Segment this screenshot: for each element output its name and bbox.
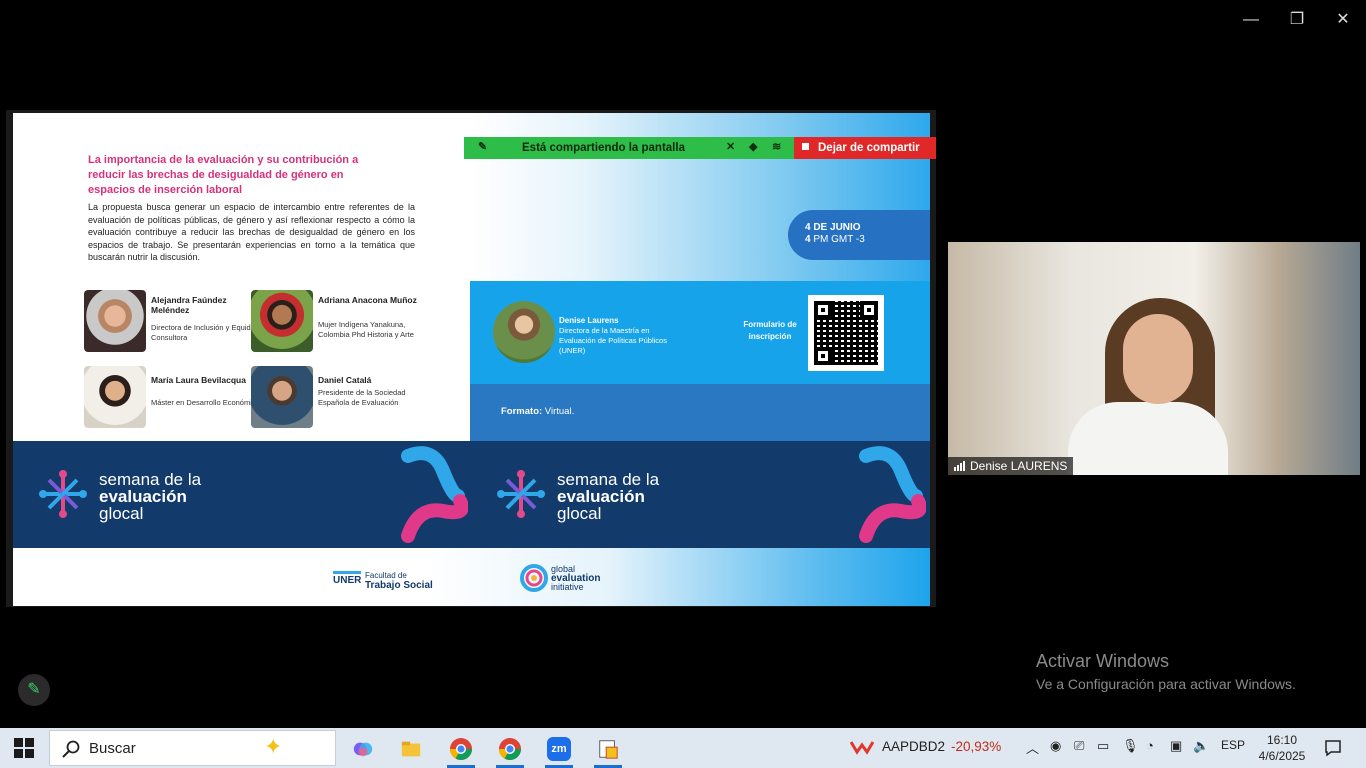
panelist-role: Mujer Indígena Yanakuna, Colombia Phd Hi…: [318, 320, 414, 339]
panelist-photo: [251, 290, 313, 352]
broadcast-icon[interactable]: ≋: [772, 140, 781, 153]
sharing-status-text: Está compartiendo la pantalla: [522, 142, 685, 154]
system-clock[interactable]: 16:10 4/6/2025: [1252, 732, 1312, 764]
watermark-subtitle: Ve a Configuración para activar Windows.: [1036, 676, 1296, 692]
mic-muted-icon[interactable]: ✕: [726, 140, 735, 153]
brand-wave-shape: [401, 446, 468, 543]
brand-wave-shape: [859, 446, 926, 543]
uner-abbr: UNER: [333, 575, 362, 586]
notes-app-icon[interactable]: [588, 732, 628, 768]
camera-icon[interactable]: ⎚: [1074, 738, 1084, 754]
form-label: Formulario de inscripción: [743, 320, 797, 341]
brand-logo-icon: [497, 470, 545, 518]
participant-video[interactable]: Denise LAURENS: [948, 242, 1360, 475]
moderator-photo: [493, 301, 555, 363]
moderator-role: Directora de la Maestría en Evaluación d…: [559, 326, 667, 355]
participant-name-tag: Denise LAURENS: [948, 457, 1074, 475]
restore-button[interactable]: ❐: [1274, 8, 1320, 32]
uner-faculty: Facultad de Trabajo Social: [365, 571, 445, 591]
desktop: — ❐ ✕ La importancia de la evaluación y …: [0, 0, 1366, 768]
activate-windows-watermark: Activar Windows Ve a Configuración para …: [1036, 651, 1296, 692]
battery-icon[interactable]: ▭: [1097, 738, 1109, 754]
notifications-icon[interactable]: [1324, 739, 1342, 757]
event-date: 4 DE JUNIO 4 PM GMT -3: [788, 210, 930, 260]
display-icon[interactable]: ▣: [1170, 738, 1182, 754]
record-icon[interactable]: ◉: [1050, 738, 1061, 754]
zoom-app-icon[interactable]: zm: [539, 732, 579, 768]
watermark-title: Activar Windows: [1036, 651, 1170, 671]
panelist-name: Alejandra Faúndez Meléndez: [151, 295, 227, 315]
event-flyer: La importancia de la evaluación y su con…: [13, 113, 930, 606]
minimize-button[interactable]: —: [1228, 8, 1274, 32]
event-time: PM GMT -3: [810, 234, 865, 245]
moderator-name: Denise Laurens: [559, 316, 619, 325]
panelist-photo: [84, 366, 146, 428]
windows-start-icon[interactable]: [14, 738, 34, 758]
gei-line: initiative: [551, 582, 584, 592]
microphone-icon[interactable]: 🎙: [1122, 738, 1139, 754]
brand-line: glocal: [557, 504, 602, 523]
stock-symbol: AAPDBD2: [882, 739, 946, 754]
brand-wordmark: semana de la evaluación glocal: [557, 471, 659, 522]
uner-line-bold: Trabajo Social: [365, 580, 433, 591]
search-icon: [62, 740, 80, 758]
brand-line: semana de la: [99, 470, 202, 489]
panelist-name: Daniel Catalá: [318, 375, 372, 385]
gei-logo-icon: [520, 564, 548, 592]
panelist-role: Directora de Inclusión y Equidad Consult…: [151, 323, 259, 342]
uner-line: Facultad de: [365, 571, 407, 580]
chevron-up-icon[interactable]: ︿: [1026, 738, 1039, 757]
panelist-name: Adriana Anacona Muñoz: [318, 295, 417, 305]
gei-logo-text: global evaluation initiative: [551, 565, 600, 592]
flyer-footer: [13, 548, 930, 606]
search-highlight-icon: ✦: [264, 734, 283, 759]
brand-line: glocal: [99, 504, 144, 523]
wifi-icon[interactable]: ◔: [1146, 738, 1154, 753]
search-placeholder: Buscar: [89, 740, 136, 757]
clock-date: 4/6/2025: [1258, 749, 1306, 763]
taskbar-search[interactable]: Buscar ✦: [49, 730, 336, 766]
panelist-role: Máster en Desarrollo Económico: [151, 398, 260, 407]
close-button[interactable]: ✕: [1320, 8, 1366, 32]
chrome-app-icon[interactable]: [441, 732, 481, 768]
stock-change: -20,93%: [951, 739, 1002, 754]
format-label: Formato:: [501, 406, 543, 417]
uner-wave-icon: [333, 571, 361, 574]
chrome-profile-app-icon[interactable]: [490, 732, 530, 768]
participant-name: Denise LAURENS: [970, 459, 1068, 473]
clock-time: 16:10: [1266, 733, 1298, 747]
shared-screen: La importancia de la evaluación y su con…: [6, 110, 936, 607]
participant-face: [1123, 314, 1193, 404]
brand-wordmark: semana de la evaluación glocal: [99, 471, 201, 522]
format-value: Virtual.: [542, 406, 575, 417]
brand-logo-icon: [39, 470, 87, 518]
flyer-title: La importancia de la evaluación y su con…: [88, 154, 359, 196]
panelist-photo: [84, 290, 146, 352]
panelist-role: Presidente de la Sociedad Española de Ev…: [318, 388, 406, 407]
uner-logo: UNER Facultad de Trabajo Social: [333, 571, 433, 591]
participant-shirt: [1068, 402, 1228, 475]
language-indicator[interactable]: ESP: [1221, 738, 1245, 752]
file-explorer-icon[interactable]: [391, 732, 431, 766]
panelist-name: María Laura Bevilacqua: [151, 375, 246, 385]
flyer-description: La propuesta busca generar un espacio de…: [88, 202, 415, 262]
brand-line: semana de la: [557, 470, 660, 489]
taskbar: Buscar ✦ zm AAPDBD2 -20,93% ︿ ◉ ⎚ ▭ 🎙 ◔ …: [0, 728, 1366, 768]
event-date-day: 4 DE JUNIO: [805, 222, 861, 233]
stock-widget[interactable]: AAPDBD2 -20,93%: [882, 739, 1001, 754]
panelist-photo: [251, 366, 313, 428]
qr-code: [808, 295, 884, 371]
stop-sharing-button[interactable]: Dejar de compartir: [794, 137, 936, 159]
copilot-app-icon[interactable]: [343, 732, 383, 766]
pin-icon[interactable]: ✎: [478, 140, 487, 153]
format-info: Formato: Virtual.: [501, 406, 574, 417]
screen-share-bar[interactable]: ✎ Está compartiendo la pantalla ✕ ◆ ≋: [464, 137, 794, 159]
annotate-pencil-icon[interactable]: ✎: [18, 674, 50, 706]
signal-strength-icon: [954, 461, 965, 471]
stock-trend-icon: [850, 741, 874, 755]
zoom-label: zm: [547, 737, 571, 761]
shield-icon[interactable]: ◆: [749, 140, 757, 153]
volume-icon[interactable]: 🔈: [1193, 738, 1209, 754]
